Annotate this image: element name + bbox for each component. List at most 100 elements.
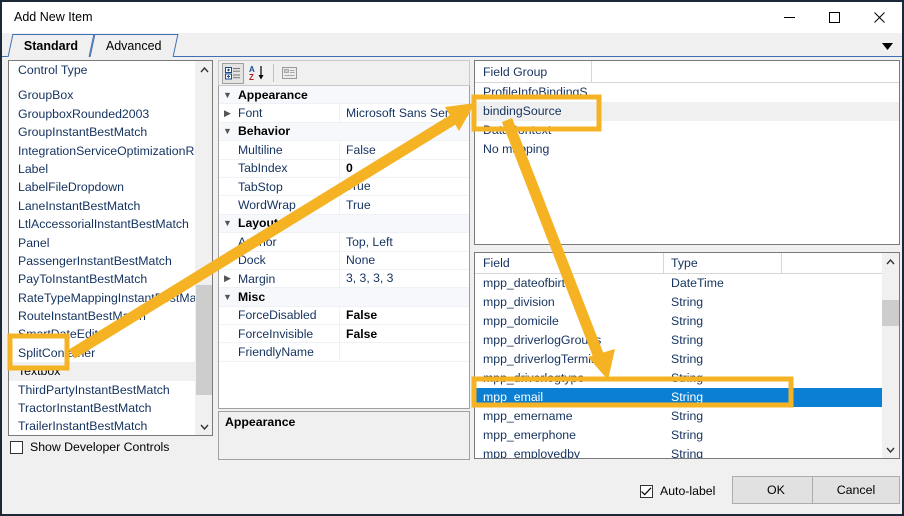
table-row[interactable]: mpp_emerphone String <box>475 426 884 445</box>
property-category-row[interactable]: ▼ Misc <box>219 288 469 307</box>
property-value[interactable]: Microsoft Sans Serif, 8.25pt <box>339 103 469 123</box>
column-separator[interactable] <box>781 253 782 274</box>
property-category-row[interactable]: ▼ Layout <box>219 214 469 234</box>
chevron-right-icon[interactable]: ▶ <box>219 108 236 119</box>
list-item[interactable]: Panel <box>9 234 197 252</box>
property-category-label: Appearance <box>238 87 308 102</box>
table-row[interactable]: mpp_dateofbirth DateTime <box>475 274 884 293</box>
cell-type: String <box>671 314 704 328</box>
show-developer-controls-checkbox[interactable] <box>10 440 23 454</box>
property-row[interactable]: ▶ Margin 3, 3, 3, 3 <box>219 269 469 289</box>
list-item[interactable]: RateTypeMappingInstantBestMatch <box>9 289 197 307</box>
property-row[interactable]: Dock None <box>219 251 469 270</box>
property-value[interactable]: Top, Left <box>339 232 469 252</box>
property-grid[interactable]: ▼ Appearance ▶ Font Microsoft Sans Serif… <box>218 86 470 409</box>
tab-advanced[interactable]: Advanced <box>89 34 179 57</box>
table-row[interactable]: mpp_division String <box>475 293 884 312</box>
list-item[interactable]: GroupBox <box>9 86 197 104</box>
field-group-item-bindingsource[interactable]: bindingSource <box>475 102 899 121</box>
property-category-row[interactable]: ▼ Appearance <box>219 86 469 105</box>
list-item[interactable]: TrailerInstantBestMatch <box>9 417 197 435</box>
cancel-button[interactable]: Cancel <box>812 476 900 504</box>
tab-overflow-button[interactable] <box>880 39 894 53</box>
property-pages-button[interactable] <box>279 63 301 84</box>
list-item[interactable]: Label <box>9 160 197 178</box>
list-item[interactable]: GroupInstantBestMatch <box>9 123 197 141</box>
list-item-textbox[interactable]: Textbox <box>9 362 197 381</box>
list-item[interactable]: IntegrationServiceOptimizationRequ... <box>9 142 197 160</box>
list-item[interactable]: PassengerInstantBestMatch <box>9 252 197 270</box>
chevron-down-icon[interactable]: ▼ <box>219 126 236 136</box>
property-category-row[interactable]: ▼ Behavior <box>219 122 469 142</box>
list-item[interactable]: LtlAccessorialInstantBestMatch <box>9 215 197 233</box>
table-row[interactable]: mpp_driverlogTerminal String <box>475 350 884 369</box>
table-row[interactable]: mpp_domicile String <box>475 312 884 331</box>
control-type-scrollbar[interactable] <box>195 61 212 435</box>
categorized-view-button[interactable] <box>222 62 244 84</box>
list-item[interactable]: GroupboxRounded2003 <box>9 105 197 123</box>
list-item[interactable]: SmartDateEditor <box>9 325 197 343</box>
list-item[interactable]: TractorInstantBestMatch <box>9 399 197 417</box>
field-group-item[interactable]: DataContext <box>475 121 899 140</box>
ok-button[interactable]: OK <box>732 476 820 504</box>
property-value[interactable]: False <box>339 324 469 343</box>
column-header-field[interactable]: Field <box>483 256 510 270</box>
dialog-footer: Auto-label OK Cancel <box>2 466 902 514</box>
table-row-mpp-email[interactable]: mpp_email String <box>475 388 884 407</box>
table-row[interactable]: mpp_emername String <box>475 407 884 426</box>
scroll-up-button[interactable] <box>882 253 899 270</box>
show-developer-controls-row[interactable]: Show Developer Controls <box>10 440 169 454</box>
alphabetical-sort-button[interactable]: A Z <box>246 63 268 84</box>
table-row[interactable]: mpp_driverlogGroups String <box>475 331 884 350</box>
minimize-button[interactable] <box>767 2 812 33</box>
property-value[interactable]: True <box>339 177 469 196</box>
property-row[interactable]: Multiline False <box>219 140 469 160</box>
field-group-item[interactable]: ProfileInfoBindingS... <box>475 83 899 102</box>
property-value[interactable] <box>339 342 469 362</box>
property-row[interactable]: TabStop True <box>219 177 469 197</box>
list-item[interactable]: ThirdPartyInstantBestMatch <box>9 381 197 399</box>
tab-standard[interactable]: Standard <box>7 34 95 57</box>
auto-label-checkbox[interactable] <box>640 484 653 498</box>
maximize-button[interactable] <box>812 2 857 33</box>
list-item[interactable]: LabelFileDropdown <box>9 178 197 196</box>
list-item[interactable]: SplitContainer <box>9 344 197 362</box>
property-value[interactable]: None <box>339 251 469 270</box>
add-new-item-dialog: Add New Item Standard Advanced Control T… <box>0 0 904 516</box>
close-button[interactable] <box>857 2 902 33</box>
property-value[interactable]: False <box>339 140 469 160</box>
property-row[interactable]: Anchor Top, Left <box>219 232 469 252</box>
chevron-right-icon[interactable]: ▶ <box>219 273 236 284</box>
field-group-panel: Field Group ProfileInfoBindingS... bindi… <box>474 60 900 245</box>
field-group-item[interactable]: No mapping <box>475 140 899 159</box>
property-value[interactable]: False <box>339 306 469 325</box>
property-value[interactable]: True <box>339 195 469 215</box>
table-row[interactable]: mpp_driverlogtype String <box>475 369 884 388</box>
field-table-scrollbar[interactable] <box>882 253 899 458</box>
scroll-thumb[interactable] <box>196 285 212 395</box>
property-row[interactable]: ▶ Font Microsoft Sans Serif, 8.25pt <box>219 103 469 123</box>
list-item[interactable]: LaneInstantBestMatch <box>9 197 197 215</box>
scroll-thumb[interactable] <box>882 300 899 326</box>
field-table-body[interactable]: mpp_dateofbirth DateTime mpp_division St… <box>475 274 884 458</box>
list-item[interactable]: RouteInstantBestMatch <box>9 307 197 325</box>
property-row[interactable]: ForceDisabled False <box>219 306 469 326</box>
chevron-down-icon[interactable]: ▼ <box>219 90 236 100</box>
property-row[interactable]: FriendlyName <box>219 342 469 362</box>
property-row[interactable]: ForceInvisible False <box>219 324 469 344</box>
table-row[interactable]: mpp_employedby String <box>475 445 884 458</box>
property-row[interactable]: WordWrap True <box>219 195 469 215</box>
property-row[interactable]: TabIndex 0 <box>219 159 469 178</box>
column-header-type[interactable]: Type <box>671 256 698 270</box>
column-separator[interactable] <box>663 253 664 274</box>
scroll-down-button[interactable] <box>882 441 899 458</box>
property-value[interactable]: 3, 3, 3, 3 <box>339 269 469 288</box>
scroll-up-button[interactable] <box>196 61 212 78</box>
chevron-down-icon[interactable]: ▼ <box>219 218 236 228</box>
control-type-list[interactable]: Control Type GroupBox GroupboxRounded200… <box>9 61 197 435</box>
scroll-down-button[interactable] <box>196 418 212 435</box>
property-value[interactable]: 0 <box>339 159 469 178</box>
auto-label-row[interactable]: Auto-label <box>640 484 715 498</box>
chevron-down-icon[interactable]: ▼ <box>219 292 236 302</box>
list-item[interactable]: PayToInstantBestMatch <box>9 270 197 288</box>
